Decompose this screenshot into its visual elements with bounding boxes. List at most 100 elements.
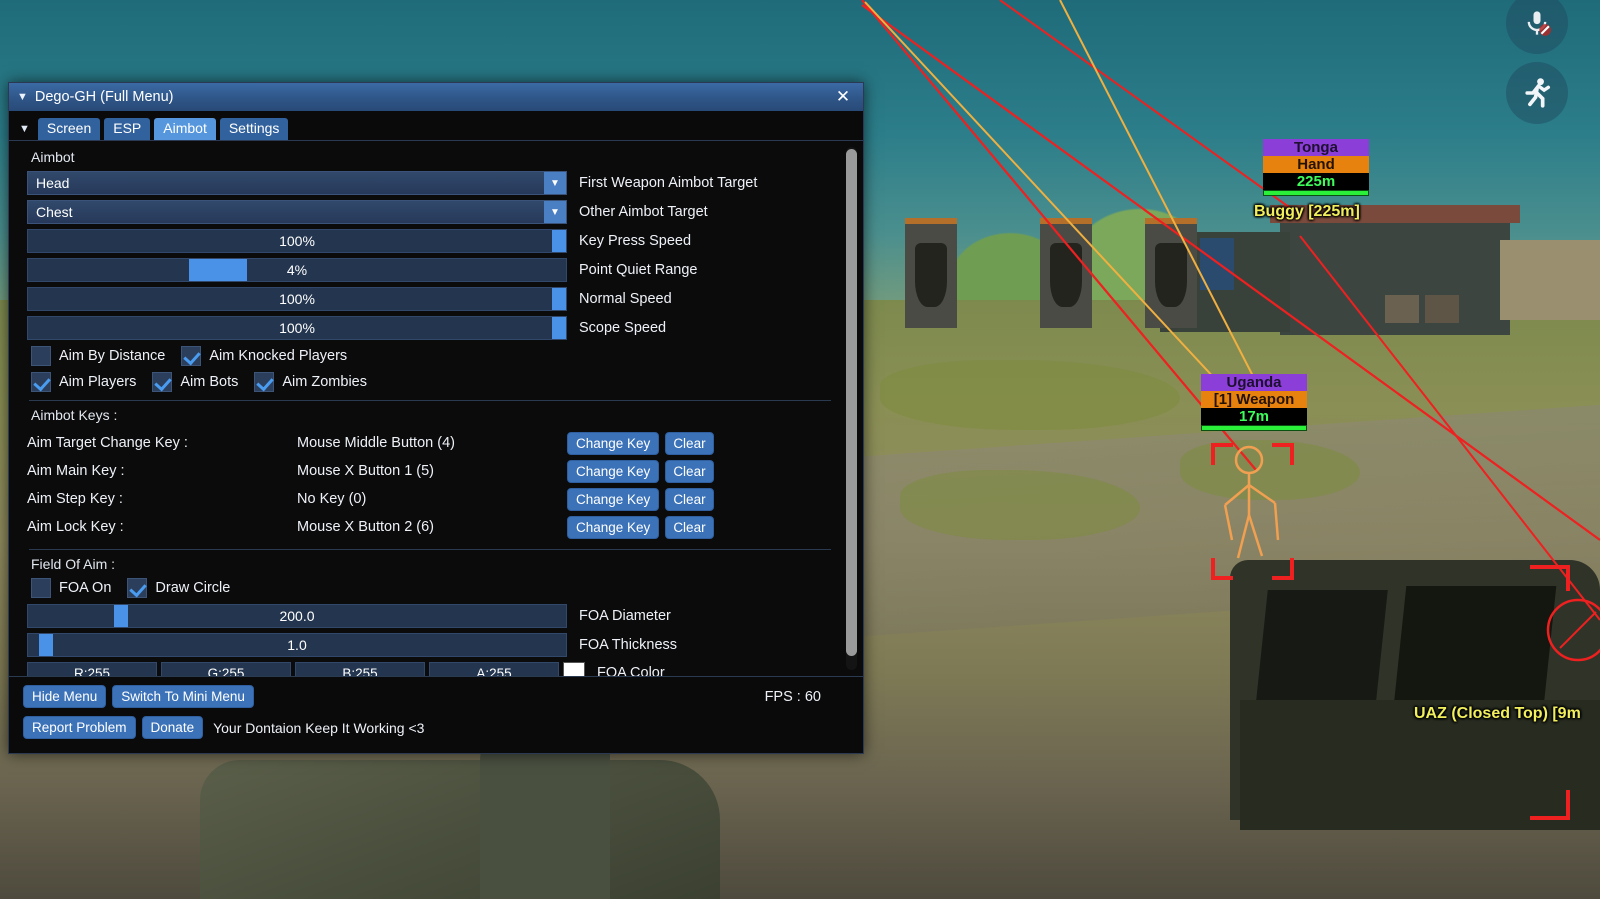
esp-target-box: Uganda [1] Weapon 17m — [1201, 374, 1307, 431]
running-man-icon[interactable] — [1506, 62, 1568, 124]
foa-on-label: FOA On — [59, 580, 112, 596]
change-key-button[interactable]: Change Key — [567, 515, 660, 539]
aim-bots-checkbox[interactable] — [152, 372, 173, 392]
esp-item-label: UAZ (Closed Top) [9m — [1414, 705, 1581, 722]
normal-speed-row: 100% Normal Speed — [27, 287, 833, 311]
esp-corner-bracket — [1530, 565, 1570, 591]
normal-speed-slider[interactable]: 100% — [27, 287, 567, 311]
foa-thickness-label: FOA Thickness — [579, 637, 678, 653]
foa-thickness-row: 1.0 FOA Thickness — [27, 633, 833, 657]
aim-lock-key-value: Mouse X Button 2 (6) — [297, 519, 435, 535]
key-press-speed-value: 100% — [279, 233, 315, 249]
switch-to-mini-menu-button[interactable]: Switch To Mini Menu — [112, 685, 254, 708]
change-key-button[interactable]: Change Key — [567, 431, 660, 455]
aimbot-section-label: Aimbot — [31, 149, 75, 165]
aim-target-change-key-row: Aim Target Change Key : Mouse Middle But… — [27, 429, 833, 457]
point-quiet-range-label: Point Quiet Range — [579, 262, 698, 278]
foa-color-r-channel[interactable]: R:255 — [27, 662, 157, 676]
uaz-window — [1393, 586, 1557, 706]
esp-health-bar — [1201, 425, 1307, 431]
scope-speed-value: 100% — [279, 320, 315, 336]
foa-thickness-slider[interactable]: 1.0 — [27, 633, 567, 657]
menu-footer: Hide Menu Switch To Mini Menu FPS : 60 R… — [9, 676, 863, 753]
tab-aimbot[interactable]: Aimbot — [154, 118, 216, 140]
triangle-down-icon[interactable]: ▼ — [17, 91, 28, 103]
aim-players-checkbox[interactable] — [31, 372, 51, 392]
key-press-speed-slider[interactable]: 100% — [27, 229, 567, 253]
donate-button[interactable]: Donate — [141, 716, 204, 739]
foa-toggles-row: FOA On Draw Circle — [31, 578, 833, 598]
tab-settings[interactable]: Settings — [219, 118, 289, 140]
crate-1 — [1385, 295, 1419, 323]
esp-player-distance: 17m — [1201, 408, 1307, 425]
aim-target-change-key-value: Mouse Middle Button (4) — [297, 435, 455, 451]
point-quiet-range-slider[interactable]: 4% — [27, 258, 567, 282]
range-target-3 — [1145, 218, 1197, 328]
scope-speed-slider[interactable]: 100% — [27, 316, 567, 340]
aim-main-key-name: Aim Main Key : — [27, 463, 125, 479]
scrollbar-thumb[interactable] — [846, 149, 857, 657]
foa-color-row: R:255 G:255 B:255 A:255 FOA Color — [27, 662, 833, 676]
tab-esp[interactable]: ESP — [104, 118, 151, 140]
foa-color-label: FOA Color — [597, 665, 665, 676]
uaz-window — [1256, 590, 1388, 700]
foa-color-swatch[interactable] — [563, 662, 585, 676]
change-key-button[interactable]: Change Key — [567, 487, 660, 511]
foa-on-checkbox[interactable] — [31, 578, 51, 598]
other-aimbot-target-dropdown[interactable]: Chest ▼ — [27, 200, 567, 224]
fps-counter: FPS : 60 — [764, 689, 821, 705]
foa-color-b-channel[interactable]: B:255 — [295, 662, 425, 676]
footer-row-2: Report Problem Donate Your Dontaion Keep… — [23, 716, 849, 739]
first-weapon-target-dropdown[interactable]: Head ▼ — [27, 171, 567, 195]
point-quiet-range-row: 4% Point Quiet Range — [27, 258, 833, 282]
aim-filters-row-2: Aim Players Aim Bots Aim Zombies — [31, 372, 833, 392]
foa-diameter-row: 200.0 FOA Diameter — [27, 604, 833, 628]
tabs-expander-icon[interactable]: ▼ — [19, 123, 30, 135]
close-icon[interactable]: ✕ — [831, 86, 855, 108]
first-weapon-target-value: Head — [36, 175, 70, 191]
other-target-row: Chest ▼ Other Aimbot Target — [27, 200, 833, 224]
settings-scroll-area: Aimbot Head ▼ First Weapon Aimbot Target… — [9, 141, 863, 676]
aim-step-key-name: Aim Step Key : — [27, 491, 123, 507]
first-weapon-target-label: First Weapon Aimbot Target — [579, 175, 758, 191]
report-problem-button[interactable]: Report Problem — [23, 716, 136, 739]
change-key-button[interactable]: Change Key — [567, 459, 660, 483]
divider — [29, 400, 831, 401]
chevron-down-icon[interactable]: ▼ — [544, 172, 566, 194]
clear-key-button[interactable]: Clear — [665, 515, 714, 539]
hide-menu-button[interactable]: Hide Menu — [23, 685, 107, 708]
microphone-icon — [1527, 11, 1551, 36]
aim-lock-key-row: Aim Lock Key : Mouse X Button 2 (6) Chan… — [27, 513, 833, 541]
clear-key-button[interactable]: Clear — [665, 431, 714, 455]
foa-diameter-label: FOA Diameter — [579, 608, 671, 624]
aim-zombies-checkbox[interactable] — [254, 372, 275, 392]
foa-color-a-channel[interactable]: A:255 — [429, 662, 559, 676]
scope-speed-label: Scope Speed — [579, 320, 667, 336]
tab-content-aimbot: Aimbot Head ▼ First Weapon Aimbot Target… — [9, 141, 863, 676]
field-of-aim-section-label: Field Of Aim : — [31, 556, 116, 572]
tab-screen[interactable]: Screen — [37, 118, 101, 140]
donation-note: Your Dontaion Keep It Working <3 — [213, 719, 425, 736]
foa-color-g-channel[interactable]: G:255 — [161, 662, 291, 676]
running-man-glyph — [1525, 78, 1551, 108]
window-titlebar[interactable]: ▼ Dego-GH (Full Menu) ✕ — [9, 83, 863, 111]
clear-key-button[interactable]: Clear — [665, 487, 714, 511]
clear-key-button[interactable]: Clear — [665, 459, 714, 483]
aim-knocked-players-checkbox[interactable] — [181, 346, 202, 366]
crate-2 — [1425, 295, 1459, 323]
chevron-down-icon[interactable]: ▼ — [544, 201, 566, 223]
key-press-speed-label: Key Press Speed — [579, 233, 692, 249]
settings-scrollbar[interactable] — [846, 147, 857, 670]
draw-circle-checkbox[interactable] — [127, 578, 148, 598]
esp-player-weapon: [1] Weapon — [1201, 391, 1307, 408]
cheat-menu-window: ▼ Dego-GH (Full Menu) ✕ ▼ Screen ESP Aim… — [8, 82, 864, 754]
aim-by-distance-checkbox[interactable] — [31, 346, 51, 366]
foa-diameter-slider[interactable]: 200.0 — [27, 604, 567, 628]
aim-target-change-key-name: Aim Target Change Key : — [27, 435, 188, 451]
aim-players-label: Aim Players — [59, 374, 137, 390]
scope-speed-row: 100% Scope Speed — [27, 316, 833, 340]
aim-filters-row-1: Aim By Distance Aim Knocked Players — [31, 346, 833, 366]
divider — [29, 549, 831, 550]
tab-bar: ▼ Screen ESP Aimbot Settings — [9, 111, 863, 141]
footer-row-1: Hide Menu Switch To Mini Menu FPS : 60 — [23, 685, 849, 708]
